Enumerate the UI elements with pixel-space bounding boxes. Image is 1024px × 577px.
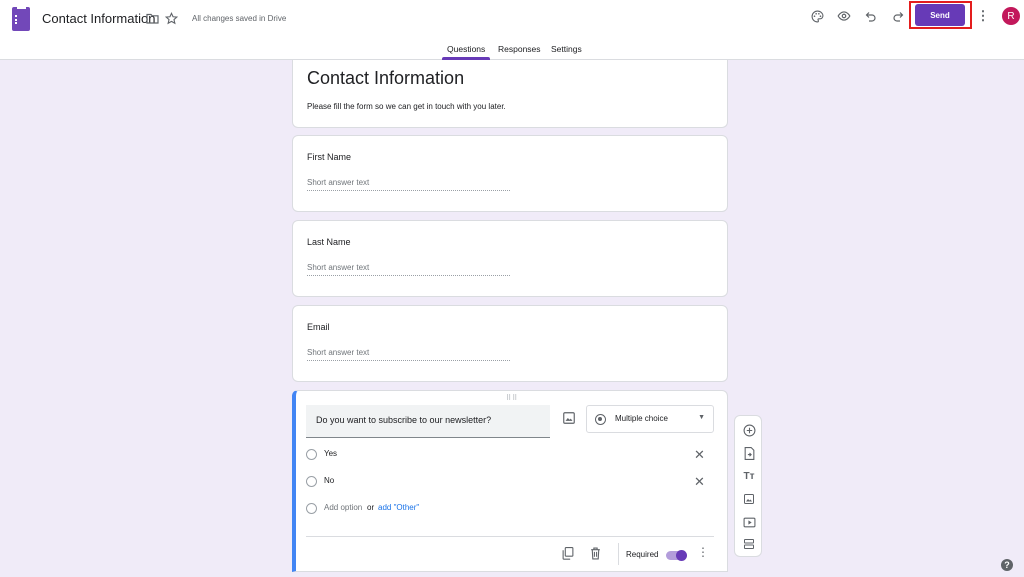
add-image-icon[interactable] — [562, 411, 576, 425]
forms-logo-icon[interactable] — [12, 7, 30, 31]
question-title: Last Name — [307, 237, 351, 247]
active-question-card[interactable]: ⠿⠿ Do you want to subscribe to our newsl… — [292, 390, 728, 572]
remove-option-icon[interactable]: ✕ — [694, 474, 705, 490]
eye-icon[interactable] — [835, 7, 853, 25]
option-radio — [306, 449, 317, 460]
question-title: First Name — [307, 152, 352, 162]
side-toolbar: Tт — [734, 415, 762, 557]
remove-option-icon[interactable]: ✕ — [694, 447, 705, 463]
add-option-link[interactable]: Add option — [324, 503, 362, 512]
required-toggle[interactable] — [666, 549, 687, 561]
add-section-icon[interactable] — [742, 537, 756, 551]
question-title: Email — [307, 322, 330, 332]
add-other-link[interactable]: add "Other" — [378, 503, 419, 512]
question-card[interactable]: Last Name Short answer text — [292, 220, 728, 297]
send-button[interactable]: Send — [915, 4, 965, 26]
add-option-row: Add option or add "Other" — [306, 502, 706, 516]
help-icon[interactable]: ? — [1001, 559, 1013, 571]
more-options-icon[interactable]: ⋮ — [697, 546, 709, 558]
option-row[interactable]: Yes ✕ — [306, 447, 706, 463]
option-label[interactable]: Yes — [324, 449, 337, 458]
undo-icon[interactable] — [862, 7, 880, 25]
more-vert-icon[interactable]: ⋮ — [974, 7, 992, 25]
short-answer-placeholder: Short answer text — [307, 263, 510, 276]
caret-down-icon: ▼ — [698, 414, 705, 421]
question-title-input[interactable]: Do you want to subscribe to our newslett… — [306, 405, 550, 438]
question-card[interactable]: Email Short answer text — [292, 305, 728, 382]
avatar[interactable]: R — [1002, 7, 1020, 25]
star-icon[interactable] — [163, 10, 179, 26]
card-footer-divider — [306, 536, 714, 537]
option-label[interactable]: No — [324, 476, 334, 485]
folder-icon[interactable] — [144, 10, 160, 26]
option-row[interactable]: No ✕ — [306, 474, 706, 490]
tab-settings[interactable]: Settings — [551, 44, 582, 54]
footer-separator — [618, 543, 619, 565]
form-title[interactable]: Contact Information — [307, 68, 464, 89]
redo-icon[interactable] — [889, 7, 907, 25]
form-title-card[interactable]: Contact Information Please fill the form… — [292, 60, 728, 128]
tab-responses[interactable]: Responses — [498, 44, 541, 54]
question-type-label: Multiple choice — [615, 414, 668, 423]
option-radio — [306, 476, 317, 487]
short-answer-placeholder: Short answer text — [307, 178, 510, 191]
required-label: Required — [626, 550, 659, 559]
radio-button-icon — [595, 414, 606, 425]
tab-questions[interactable]: Questions — [447, 44, 485, 54]
option-radio — [306, 503, 317, 514]
add-image-icon[interactable] — [742, 492, 756, 506]
question-card[interactable]: First Name Short answer text — [292, 135, 728, 212]
short-answer-placeholder: Short answer text — [307, 348, 510, 361]
question-type-select[interactable]: Multiple choice ▼ — [586, 405, 714, 433]
drag-handle-icon[interactable]: ⠿⠿ — [506, 394, 518, 402]
doc-title[interactable]: Contact Information — [42, 11, 155, 26]
form-description[interactable]: Please fill the form so we can get in to… — [307, 102, 506, 111]
add-title-icon[interactable]: Tт — [742, 469, 756, 483]
or-text: or — [367, 503, 375, 512]
add-question-icon[interactable] — [742, 423, 756, 437]
duplicate-icon[interactable] — [562, 547, 576, 561]
add-video-icon[interactable] — [742, 515, 756, 529]
save-status: All changes saved in Drive — [192, 14, 287, 23]
delete-icon[interactable] — [590, 547, 604, 561]
import-questions-icon[interactable] — [742, 446, 756, 460]
palette-icon[interactable] — [808, 7, 826, 25]
